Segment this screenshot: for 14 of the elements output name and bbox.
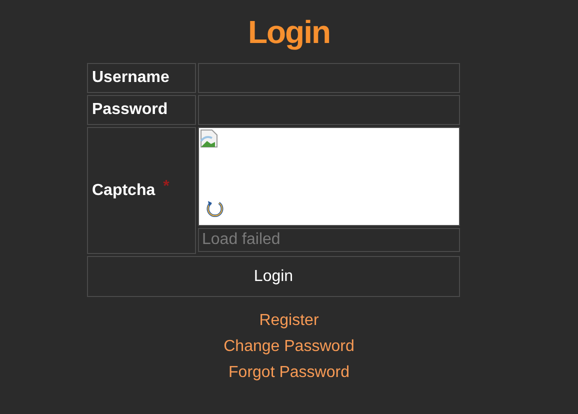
field-label: Username: [87, 63, 196, 93]
broken-image-icon: [200, 129, 218, 148]
page-title: Login: [246, 13, 332, 52]
required-mark: *: [163, 178, 170, 196]
link[interactable]: Register: [259, 310, 319, 332]
captcha-field[interactable]: Load failed: [198, 228, 460, 252]
refresh-icon[interactable]: [205, 199, 225, 219]
username-field[interactable]: [198, 63, 460, 93]
link[interactable]: Change Password: [224, 336, 354, 358]
password-field[interactable]: [198, 95, 460, 125]
login-button[interactable]: Login: [87, 256, 460, 297]
field-label: Captcha: [92, 182, 156, 200]
field-label: Password: [87, 95, 196, 125]
link[interactable]: Forgot Password: [228, 362, 350, 384]
